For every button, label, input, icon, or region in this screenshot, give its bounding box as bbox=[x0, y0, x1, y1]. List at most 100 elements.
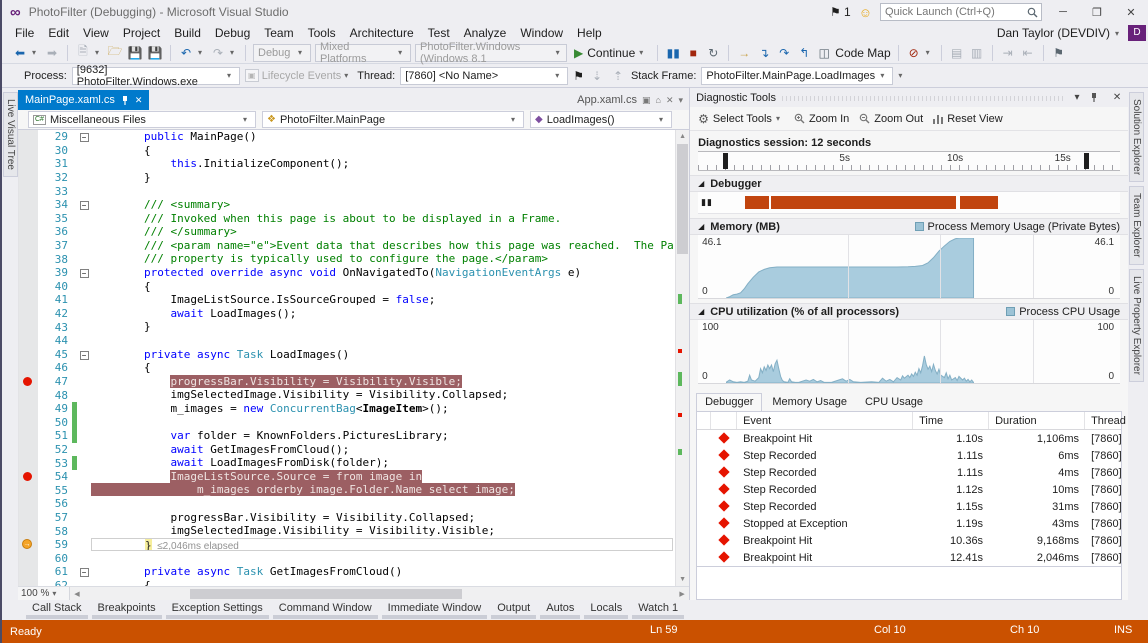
breakpoint-margin[interactable] bbox=[19, 401, 38, 416]
code-line[interactable]: 56 bbox=[19, 497, 675, 511]
bottomtab-output[interactable]: Output bbox=[491, 600, 537, 619]
menu-architecture[interactable]: Architecture bbox=[343, 25, 421, 41]
breakpoint-margin[interactable] bbox=[19, 361, 38, 375]
scroll-down-icon[interactable]: ▼ bbox=[676, 573, 689, 586]
breakpoint-margin[interactable] bbox=[19, 170, 38, 185]
collapse-triangle-icon[interactable]: ◢ bbox=[698, 307, 704, 316]
collapse-region-icon[interactable]: − bbox=[79, 568, 89, 578]
breakpoint-margin[interactable] bbox=[19, 578, 38, 586]
breakpoint-margin[interactable] bbox=[19, 551, 38, 565]
bottomtab-command-window[interactable]: Command Window bbox=[272, 600, 378, 619]
keep-open-icon[interactable]: ⌂ bbox=[656, 95, 661, 105]
new-file-chevron-icon[interactable]: ▾ bbox=[95, 48, 103, 57]
code-line[interactable]: 49 m_images = new ConcurrentBag<ImageIte… bbox=[19, 401, 675, 416]
search-icon[interactable] bbox=[1027, 7, 1038, 18]
sidetab-live-visual-tree[interactable]: Live Visual Tree bbox=[3, 92, 18, 177]
bottomtab-exception-settings[interactable]: Exception Settings bbox=[165, 600, 269, 619]
project-dropdown[interactable]: C# Miscellaneous Files ▾ bbox=[28, 111, 256, 128]
promote-preview-icon[interactable]: ▣ bbox=[642, 95, 651, 106]
menu-view[interactable]: View bbox=[76, 25, 116, 41]
code-line[interactable]: 61 − private async Task GetImagesFromClou… bbox=[19, 565, 675, 579]
navigate-forward-icon[interactable]: ➡ bbox=[44, 46, 60, 60]
undo-icon[interactable]: ↶ bbox=[178, 46, 194, 60]
solution-platform-combo[interactable]: Mixed Platforms ▾ bbox=[315, 41, 411, 65]
user-chevron-down-icon[interactable]: ▾ bbox=[1115, 29, 1123, 38]
event-row[interactable]: Stopped at Exception 1.19s 43ms [7860] bbox=[697, 515, 1122, 532]
panel-menu-chevron-icon[interactable]: ▾ bbox=[1070, 92, 1084, 103]
breakpoint-margin[interactable] bbox=[19, 197, 38, 212]
editor-zoom-control[interactable]: 100 % ▾ bbox=[18, 586, 70, 601]
code-line[interactable]: 54 ImageListSource.Source = from image i… bbox=[19, 469, 675, 484]
sidetab-solution-explorer[interactable]: Solution Explorer bbox=[1129, 92, 1145, 183]
code-line[interactable]: 52 await GetImagesFromCloud(); bbox=[19, 442, 675, 457]
user-avatar[interactable]: D bbox=[1128, 25, 1146, 41]
current-statement-icon[interactable]: → bbox=[22, 539, 32, 550]
menu-build[interactable]: Build bbox=[167, 25, 208, 41]
breakpoint-margin[interactable] bbox=[19, 306, 38, 321]
menu-tools[interactable]: Tools bbox=[301, 25, 343, 41]
code-editor[interactable]: 29− public MainPage() 30 {31 this.Initial… bbox=[18, 130, 690, 586]
indent-icon[interactable]: ⇥ bbox=[1000, 46, 1016, 60]
breakpoint-margin[interactable] bbox=[19, 238, 38, 253]
breakpoint-margin[interactable] bbox=[19, 265, 38, 280]
column-header-time[interactable]: Time bbox=[913, 412, 990, 429]
code-line[interactable]: 58 imgSelectedImage.Visibility = Visibil… bbox=[19, 524, 675, 538]
break-all-icon[interactable]: ▮▮ bbox=[665, 46, 681, 60]
scroll-up-icon[interactable]: ▲ bbox=[676, 130, 689, 143]
member-dropdown[interactable]: ◆ LoadImages() ▾ bbox=[530, 111, 672, 128]
code-line[interactable]: 39 − protected override async void OnNavi… bbox=[19, 265, 675, 280]
minimize-icon[interactable]: ─ bbox=[1050, 6, 1076, 18]
code-line[interactable]: 31 this.InitializeComponent(); bbox=[19, 157, 675, 171]
menu-test[interactable]: Test bbox=[421, 25, 457, 41]
menu-help[interactable]: Help bbox=[570, 25, 609, 41]
bottomtab-call-stack[interactable]: Call Stack bbox=[26, 600, 88, 619]
undo-chevron-icon[interactable]: ▾ bbox=[198, 48, 206, 57]
redo-icon[interactable]: ↷ bbox=[210, 46, 226, 60]
sidetab-team-explorer[interactable]: Team Explorer bbox=[1129, 186, 1145, 265]
breakpoint-margin[interactable] bbox=[19, 293, 38, 307]
perf-tip[interactable]: ≤2,046ms elapsed bbox=[152, 541, 239, 551]
code-line[interactable]: 30 { bbox=[19, 143, 675, 158]
breakpoint-margin[interactable] bbox=[19, 157, 38, 171]
panel-header[interactable]: Diagnostic Tools ▾ ✕ bbox=[690, 88, 1129, 107]
fold-margin[interactable]: − bbox=[77, 266, 91, 280]
lifecycle-events-button[interactable]: ▣ Lifecycle Events ▾ bbox=[244, 69, 352, 82]
code-line[interactable]: 34 − /// <summary> bbox=[19, 197, 675, 212]
code-line[interactable]: 35 /// Invoked when this page is about t… bbox=[19, 211, 675, 226]
breakpoint-margin[interactable] bbox=[19, 225, 38, 239]
collapse-region-icon[interactable]: − bbox=[79, 269, 89, 279]
quick-launch-input[interactable] bbox=[885, 6, 1027, 18]
diag-tab-debugger[interactable]: Debugger bbox=[696, 393, 763, 411]
event-row[interactable]: Breakpoint Hit 10.36s 9,168ms [7860] bbox=[697, 532, 1122, 549]
breakpoint-margin[interactable] bbox=[19, 388, 38, 402]
bottomtab-breakpoints[interactable]: Breakpoints bbox=[91, 600, 162, 619]
save-all-icon[interactable]: 💾 bbox=[147, 46, 163, 60]
code-line[interactable]: 38 /// property is typically used to con… bbox=[19, 252, 675, 266]
output-window-icon[interactable]: ▤ bbox=[949, 46, 965, 60]
navigate-back-icon[interactable]: ⬅ bbox=[12, 46, 28, 60]
filter-flag-icon[interactable]: ⚑ bbox=[573, 69, 584, 83]
close-preview-icon[interactable]: ✕ bbox=[666, 95, 674, 106]
menu-edit[interactable]: Edit bbox=[41, 25, 76, 41]
breakpoint-icon[interactable] bbox=[23, 471, 32, 481]
diag-tab-memory-usage[interactable]: Memory Usage bbox=[764, 394, 855, 411]
stop-debugging-icon[interactable]: ■ bbox=[685, 46, 701, 60]
code-map-button[interactable]: ◫ Code Map bbox=[816, 46, 891, 60]
code-line[interactable]: → 59 } ≤2,046ms elapsed bbox=[19, 537, 675, 552]
panel-pin-icon[interactable] bbox=[1090, 93, 1104, 102]
restart-icon[interactable]: ↻ bbox=[705, 46, 721, 60]
redo-chevron-icon[interactable]: ▾ bbox=[230, 48, 238, 57]
diag-tab-cpu-usage[interactable]: CPU Usage bbox=[857, 394, 931, 411]
thread-combo[interactable]: [7860] <No Name> ▾ bbox=[400, 66, 569, 85]
breakpoint-margin[interactable] bbox=[19, 510, 38, 525]
collapse-triangle-icon[interactable]: ◢ bbox=[698, 222, 704, 231]
sidetab-live-property-explorer[interactable]: Live Property Explorer bbox=[1129, 268, 1145, 382]
breakpoint-margin[interactable] bbox=[19, 130, 38, 144]
breakpoint-icon[interactable] bbox=[23, 376, 32, 386]
code-line[interactable]: 40 { bbox=[19, 279, 675, 294]
code-line[interactable]: 33 bbox=[19, 184, 675, 198]
code-line[interactable]: 51 var folder = KnownFolders.PicturesLib… bbox=[19, 429, 675, 443]
document-list-chevron-icon[interactable]: ▾ bbox=[679, 95, 684, 106]
cpu-chart[interactable]: 100 0 100 0 bbox=[698, 320, 1121, 384]
debugger-events-track[interactable]: ▮▮ bbox=[698, 192, 1121, 214]
